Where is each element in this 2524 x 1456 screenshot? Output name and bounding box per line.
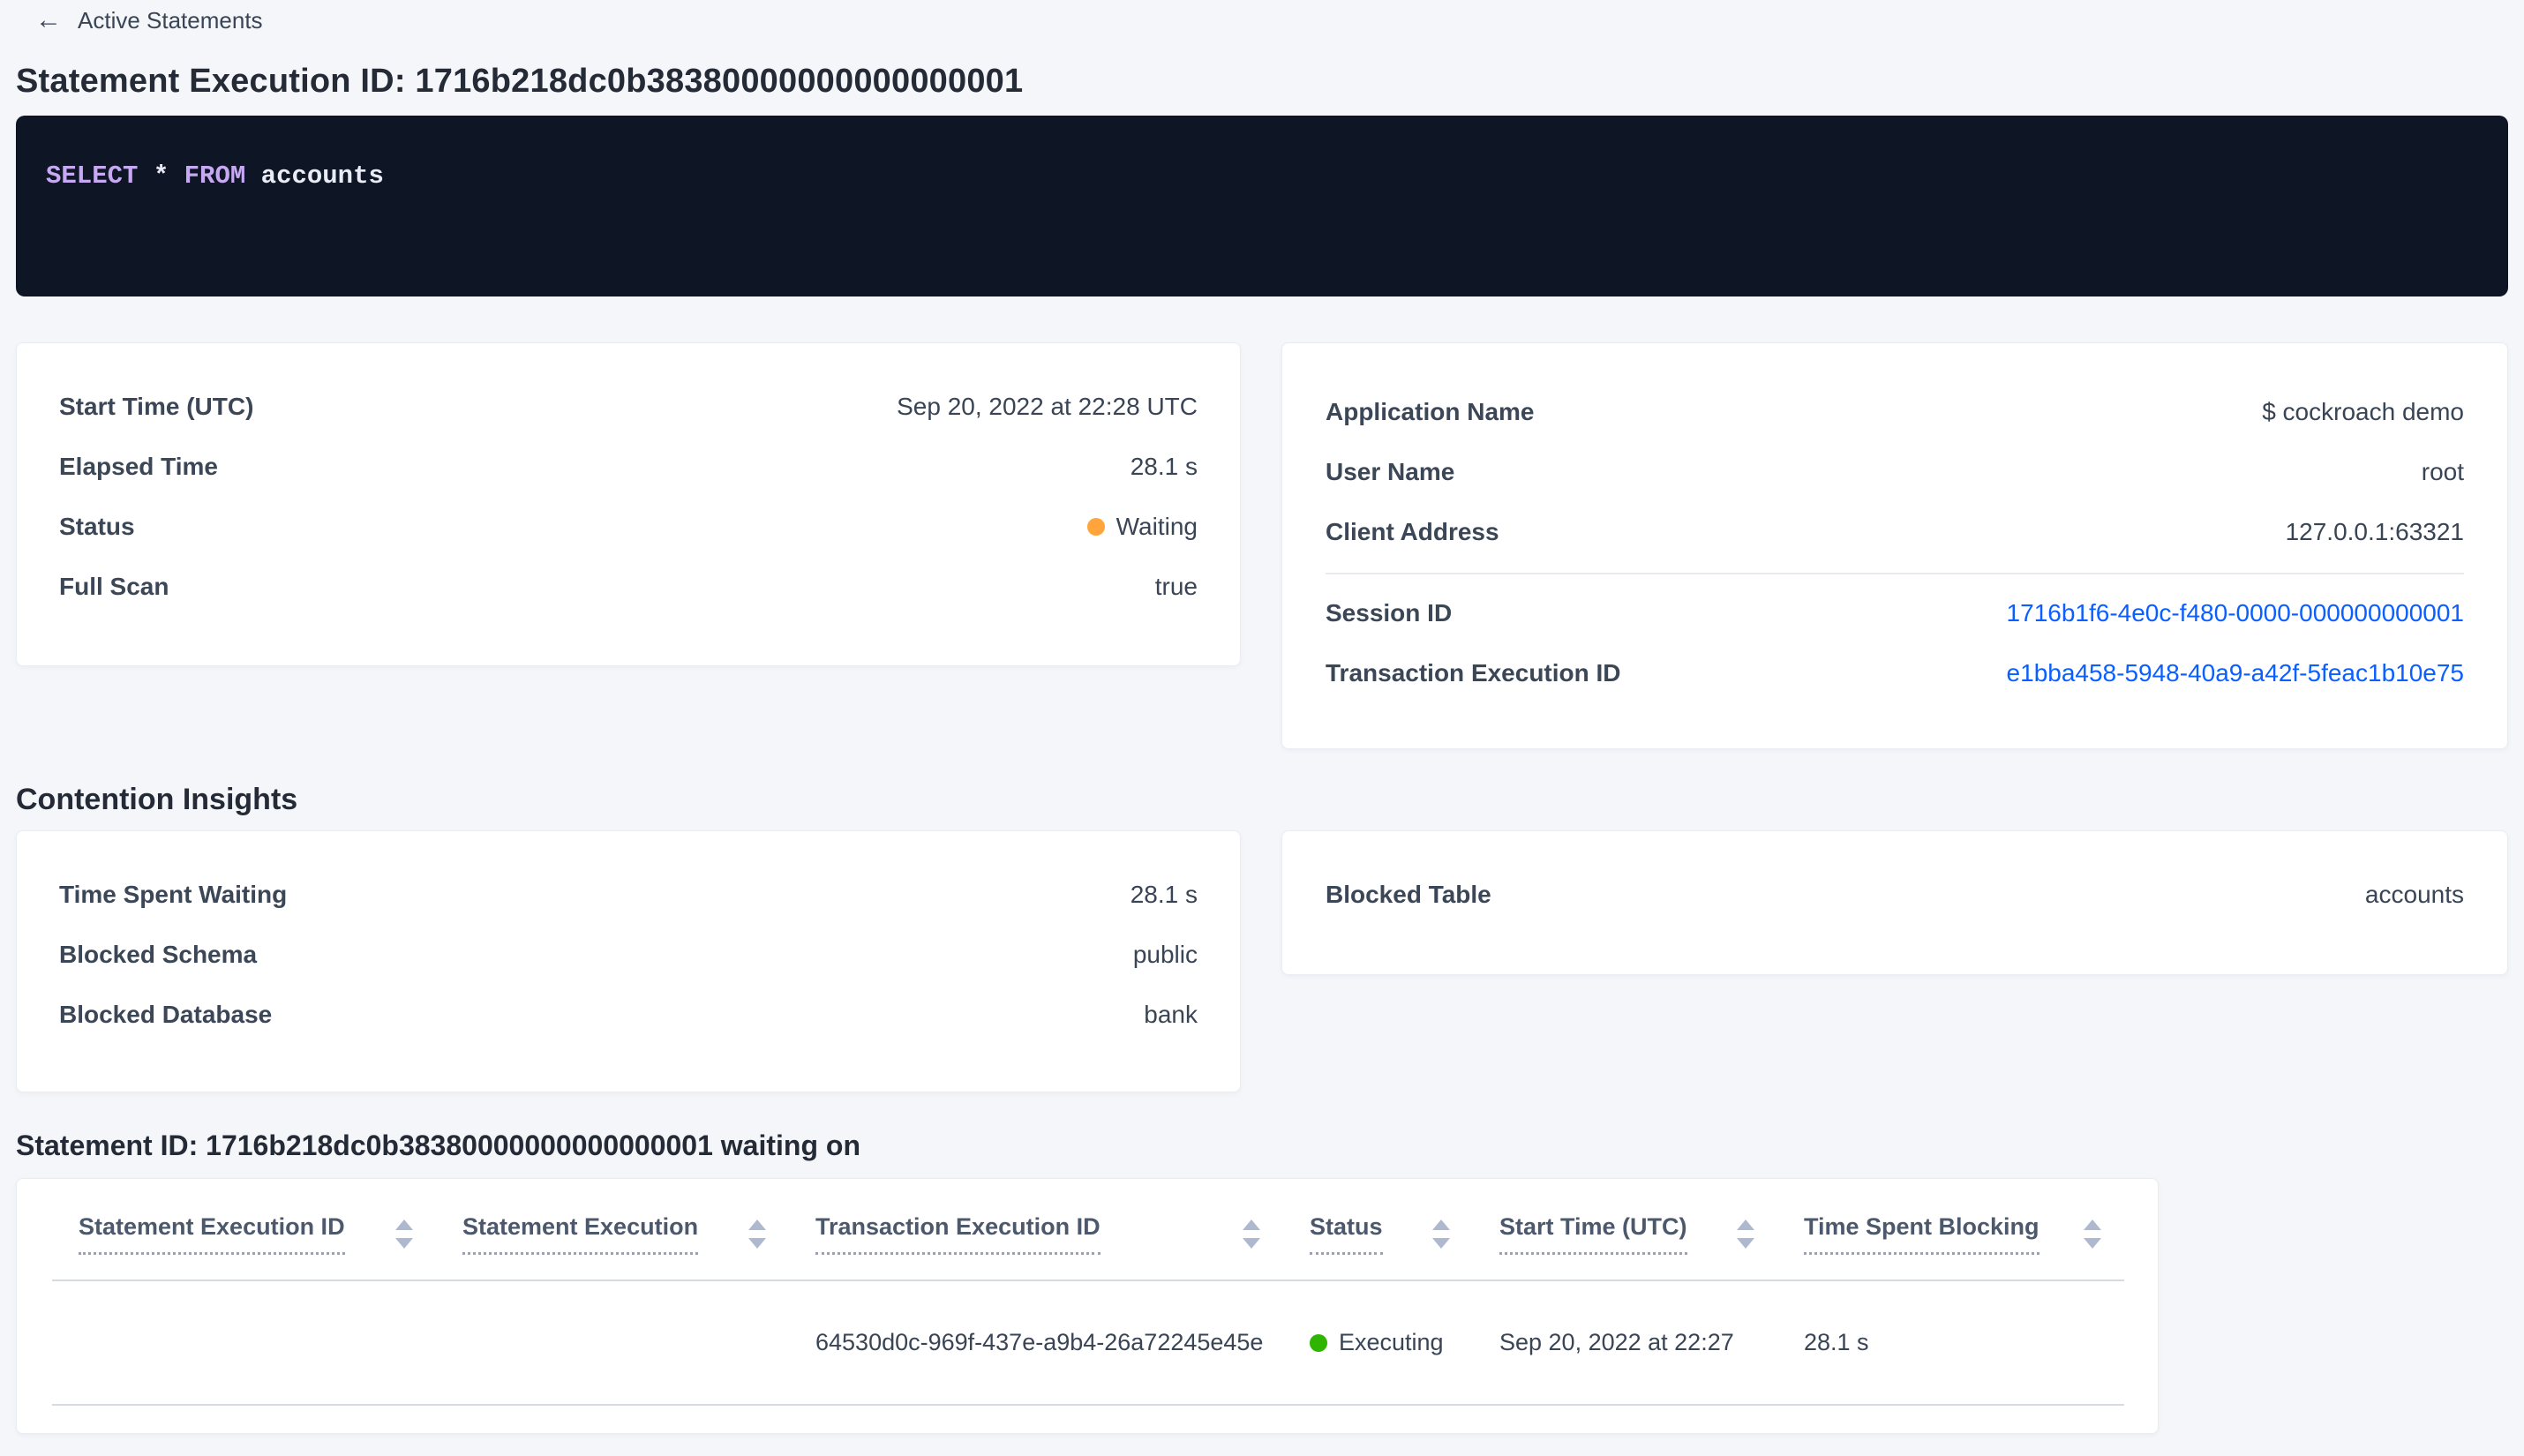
cell-time-spent-blocking: 28.1 s: [1777, 1280, 2124, 1406]
column-header-time-spent-blocking[interactable]: Time Spent Blocking: [1777, 1179, 2124, 1281]
blocked-table-card: Blocked Table accounts: [1281, 830, 2508, 975]
row-label: User Name: [1326, 458, 1455, 485]
column-header-label: Time Spent Blocking: [1804, 1213, 2039, 1255]
summary-cards-row: Start Time (UTC) Sep 20, 2022 at 22:28 U…: [16, 342, 2508, 749]
row-value: bank: [1144, 1001, 1198, 1028]
row-label: Transaction Execution ID: [1326, 659, 1621, 687]
column-header-label: Transaction Execution ID: [815, 1213, 1100, 1255]
sql-star: *: [153, 161, 169, 191]
cell-statement-execution: [436, 1280, 789, 1406]
sort-icon[interactable]: [395, 1219, 413, 1249]
row-value: 28.1 s: [1130, 453, 1198, 480]
cell-start-time: Sep 20, 2022 at 22:27: [1473, 1280, 1777, 1406]
elapsed-time-row: Elapsed Time 28.1 s: [59, 437, 1198, 497]
row-value: true: [1154, 573, 1198, 600]
waiting-on-table: Statement Execution ID Statement Executi…: [52, 1179, 2124, 1406]
statement-overview-card: Start Time (UTC) Sep 20, 2022 at 22:28 U…: [16, 342, 1241, 666]
column-header-status[interactable]: Status: [1283, 1179, 1473, 1281]
transaction-execution-id-link[interactable]: e1bba458-5948-40a9-a42f-5feac1b10e75: [2007, 659, 2464, 687]
cell-statement-execution-id: [52, 1280, 436, 1406]
status-badge: Executing: [1310, 1329, 1455, 1356]
row-label: Blocked Table: [1326, 881, 1491, 908]
row-label: Status: [59, 513, 135, 540]
page-title: Statement Execution ID: 1716b218dc0b3838…: [16, 63, 1024, 100]
executing-status-icon: [1310, 1333, 1327, 1352]
arrow-left-icon: ←: [35, 5, 62, 34]
session-info-card: Application Name $ cockroach demo User N…: [1281, 342, 2508, 749]
blocked-table-row: Blocked Table accounts: [1326, 865, 2464, 925]
waiting-on-heading: Statement ID: 1716b218dc0b38380000000000…: [16, 1130, 860, 1161]
row-label: Start Time (UTC): [59, 393, 254, 420]
breadcrumb-label: Active Statements: [78, 6, 263, 34]
start-time-row: Start Time (UTC) Sep 20, 2022 at 22:28 U…: [59, 377, 1198, 437]
row-value: 28.1 s: [1130, 881, 1198, 908]
column-header-label: Start Time (UTC): [1499, 1213, 1687, 1255]
blocked-database-row: Blocked Database bank: [59, 985, 1198, 1045]
cell-status: Executing: [1283, 1280, 1473, 1406]
table-row: 64530d0c-969f-437e-a9b4-26a72245e45e Exe…: [52, 1280, 2124, 1406]
column-header-start-time[interactable]: Start Time (UTC): [1473, 1179, 1777, 1281]
waiting-status-icon: [1086, 518, 1105, 536]
status-badge: Waiting: [1086, 513, 1198, 541]
row-label: Time Spent Waiting: [59, 881, 288, 908]
column-header-statement-execution[interactable]: Statement Execution: [436, 1179, 789, 1281]
session-id-row: Session ID 1716b1f6-4e0c-f480-0000-00000…: [1326, 583, 2464, 643]
sql-keyword: SELECT: [46, 161, 139, 191]
column-header-statement-execution-id[interactable]: Statement Execution ID: [52, 1179, 436, 1281]
row-value: root: [2421, 458, 2464, 485]
breadcrumb[interactable]: ← Active Statements: [35, 7, 2508, 34]
sql-keyword: FROM: [184, 161, 246, 191]
sort-icon[interactable]: [1243, 1219, 1260, 1249]
sort-icon[interactable]: [748, 1219, 766, 1249]
row-value: accounts: [2364, 881, 2464, 908]
row-label: Client Address: [1326, 518, 1499, 545]
status-row: Status Waiting: [59, 497, 1198, 557]
contention-insights-heading: Contention Insights: [16, 783, 298, 816]
time-spent-waiting-row: Time Spent Waiting 28.1 s: [59, 865, 1198, 925]
column-header-label: Status: [1310, 1213, 1383, 1255]
row-label: Blocked Database: [59, 1001, 273, 1028]
column-header-transaction-execution-id[interactable]: Transaction Execution ID: [789, 1179, 1283, 1281]
sort-icon[interactable]: [1432, 1219, 1450, 1249]
row-value: Sep 20, 2022 at 22:28 UTC: [897, 393, 1198, 420]
row-label: Blocked Schema: [59, 941, 258, 968]
status-text: Waiting: [1116, 513, 1198, 540]
transaction-execution-id-row: Transaction Execution ID e1bba458-5948-4…: [1326, 643, 2464, 703]
sql-statement-text: SELECT * FROM accounts: [46, 161, 2478, 191]
sql-table-name: accounts: [260, 161, 384, 191]
row-label: Session ID: [1326, 599, 1453, 627]
sort-icon[interactable]: [2084, 1219, 2101, 1249]
column-header-label: Statement Execution ID: [79, 1213, 345, 1255]
row-label: Application Name: [1326, 398, 1535, 425]
status-text: Executing: [1339, 1329, 1444, 1355]
blocked-schema-row: Blocked Schema public: [59, 925, 1198, 985]
full-scan-row: Full Scan true: [59, 557, 1198, 617]
contention-cards-row: Time Spent Waiting 28.1 s Blocked Schema…: [16, 830, 2508, 1092]
user-name-row: User Name root: [1326, 442, 2464, 502]
session-id-link[interactable]: 1716b1f6-4e0c-f480-0000-000000000001: [2007, 599, 2464, 627]
row-label: Full Scan: [59, 573, 169, 600]
application-name-row: Application Name $ cockroach demo: [1326, 382, 2464, 442]
client-address-row: Client Address 127.0.0.1:63321: [1326, 502, 2464, 562]
row-label: Elapsed Time: [59, 453, 219, 480]
column-header-label: Statement Execution: [462, 1213, 699, 1255]
sort-icon[interactable]: [1737, 1219, 1754, 1249]
contention-details-card: Time Spent Waiting 28.1 s Blocked Schema…: [16, 830, 1241, 1092]
statement-details-page: ← Active Statements Statement Execution …: [0, 0, 2524, 1456]
divider: [1326, 573, 2464, 574]
sql-statement-box: SELECT * FROM accounts: [16, 116, 2508, 296]
row-value: 127.0.0.1:63321: [2285, 518, 2464, 545]
cell-transaction-execution-id: 64530d0c-969f-437e-a9b4-26a72245e45e: [789, 1280, 1283, 1406]
row-value: public: [1132, 941, 1198, 968]
waiting-on-table-card: Statement Execution ID Statement Executi…: [16, 1178, 2159, 1434]
row-value: $ cockroach demo: [2262, 398, 2464, 425]
table-header-row: Statement Execution ID Statement Executi…: [52, 1179, 2124, 1281]
